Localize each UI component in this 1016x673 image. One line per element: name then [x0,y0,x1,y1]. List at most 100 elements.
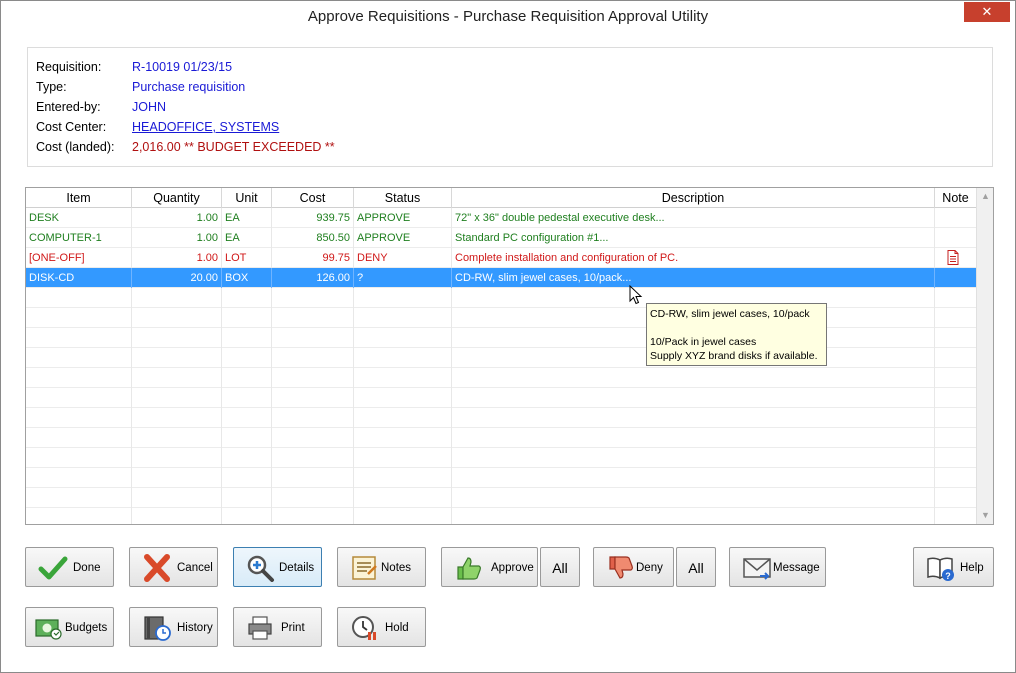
column-header-unit[interactable]: Unit [222,188,272,208]
done-label: Done [73,562,101,574]
empty-row [26,508,976,524]
history-book-icon [144,616,171,641]
print-button[interactable]: Print [233,607,322,647]
notes-label: Notes [381,562,412,574]
details-button[interactable]: Details [233,547,322,587]
table-row[interactable]: COMPUTER-1 1.00 EA 850.50 APPROVE Standa… [26,228,976,248]
empty-cell [272,348,354,368]
empty-row [26,428,976,448]
items-grid[interactable]: Item Quantity Unit Cost Status Descripti… [25,187,994,525]
empty-cell [222,368,272,388]
cell-unit: BOX [222,268,272,288]
scroll-down-icon[interactable]: ▼ [977,507,993,524]
empty-cell [272,328,354,348]
cost-center-label: Cost Center: [36,120,107,134]
empty-cell [222,408,272,428]
hold-button[interactable]: Hold [337,607,426,647]
cell-quantity: 1.00 [132,248,222,268]
printer-icon [248,616,272,640]
cell-description: Standard PC configuration #1... [452,228,935,248]
deny-button[interactable]: Deny [593,547,674,587]
empty-cell [222,288,272,308]
empty-cell [354,508,452,524]
window-title: Approve Requisitions - Purchase Requisit… [307,8,709,25]
table-row[interactable]: [ONE-OFF] 1.00 LOT 99.75 DENY Complete i… [26,248,976,268]
empty-row [26,468,976,488]
approve-all-button[interactable]: All [540,547,580,587]
approve-button[interactable]: Approve [441,547,538,587]
empty-cell [222,488,272,508]
svg-text:?: ? [945,571,951,581]
empty-cell [354,288,452,308]
empty-cell [272,388,354,408]
cell-status: DENY [354,248,452,268]
cost-label: Cost (landed): [36,140,115,154]
cancel-button[interactable]: Cancel [129,547,218,587]
budgets-button[interactable]: Budgets [25,607,114,647]
history-button[interactable]: History [129,607,218,647]
empty-cell [132,368,222,388]
empty-row [26,488,976,508]
empty-cell [935,308,976,328]
empty-cell [935,428,976,448]
cell-item: COMPUTER-1 [26,228,132,248]
empty-cell [452,468,935,488]
empty-cell [132,308,222,328]
hold-label: Hold [385,622,409,634]
close-button[interactable]: ✕ [964,2,1010,22]
empty-cell [222,448,272,468]
empty-cell [354,328,452,348]
empty-cell [935,388,976,408]
column-header-note[interactable]: Note [935,188,976,208]
thumbs-down-icon [609,556,633,579]
column-header-quantity[interactable]: Quantity [132,188,222,208]
empty-row [26,308,976,328]
cell-note [935,268,976,288]
help-button[interactable]: ? Help [913,547,994,587]
requisition-label: Requisition: [36,60,102,74]
entered-by-label: Entered-by: [36,100,101,114]
vertical-scrollbar[interactable]: ▲ ▼ [976,188,993,524]
empty-cell [222,388,272,408]
requisition-value: R-10019 01/23/15 [132,60,233,74]
cell-item: DISK-CD [26,268,132,288]
deny-all-button[interactable]: All [676,547,716,587]
approve-label: Approve [491,562,534,574]
empty-cell [26,508,132,524]
empty-cell [132,508,222,524]
column-header-cost[interactable]: Cost [272,188,354,208]
done-button[interactable]: Done [25,547,114,587]
empty-cell [272,468,354,488]
empty-cell [354,448,452,468]
column-header-description[interactable]: Description [452,188,935,208]
empty-cell [132,468,222,488]
budgets-money-icon [35,619,62,640]
approve-all-label: All [552,560,568,576]
envelope-icon [743,558,771,580]
empty-cell [935,508,976,524]
cell-item: DESK [26,208,132,228]
notes-button[interactable]: Notes [337,547,426,587]
scroll-up-icon[interactable]: ▲ [977,188,993,205]
table-row[interactable]: DESK 1.00 EA 939.75 APPROVE 72" x 36" do… [26,208,976,228]
empty-cell [132,428,222,448]
cell-status: APPROVE [354,208,452,228]
empty-cell [354,408,452,428]
cell-unit: EA [222,208,272,228]
empty-cell [272,308,354,328]
empty-cell [272,288,354,308]
empty-cell [132,488,222,508]
column-header-status[interactable]: Status [354,188,452,208]
cell-status: APPROVE [354,228,452,248]
message-button[interactable]: Message [729,547,826,587]
cost-center-link[interactable]: HEADOFFICE, SYSTEMS [132,120,279,134]
grid-header: Item Quantity Unit Cost Status Descripti… [26,188,976,208]
deny-all-label: All [688,560,704,576]
document-icon[interactable] [947,250,959,265]
entered-by-value: JOHN [132,100,167,114]
column-header-item[interactable]: Item [26,188,132,208]
table-row-selected[interactable]: DISK-CD 20.00 BOX 126.00 ? CD-RW, slim j… [26,268,976,288]
empty-cell [26,388,132,408]
empty-cell [272,428,354,448]
empty-cell [26,468,132,488]
